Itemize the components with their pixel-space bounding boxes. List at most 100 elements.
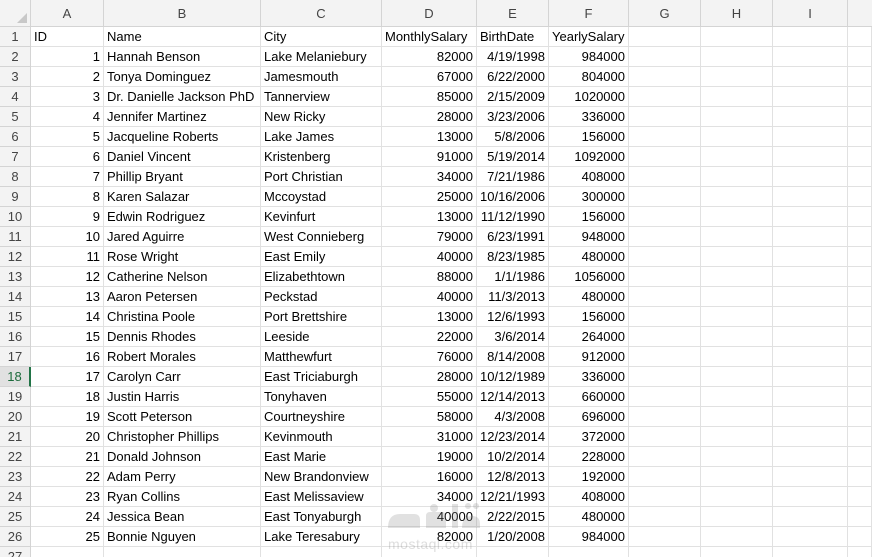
cell[interactable] [773, 87, 848, 107]
id-cell[interactable]: 2 [31, 67, 104, 87]
city-cell[interactable]: Port Brettshire [261, 307, 382, 327]
yearly-salary-cell[interactable]: 156000 [549, 207, 629, 227]
monthly-salary-cell[interactable]: 34000 [382, 487, 477, 507]
city-cell[interactable]: East Triciaburgh [261, 367, 382, 387]
row-header[interactable]: 6 [0, 127, 31, 147]
cell[interactable] [701, 527, 773, 547]
id-cell[interactable]: 9 [31, 207, 104, 227]
yearly-salary-cell[interactable]: 336000 [549, 367, 629, 387]
birth-date-cell[interactable]: 5/19/2014 [477, 147, 549, 167]
name-cell[interactable]: Adam Perry [104, 467, 261, 487]
name-cell[interactable]: Karen Salazar [104, 187, 261, 207]
cell[interactable] [629, 547, 701, 557]
city-cell[interactable]: Jamesmouth [261, 67, 382, 87]
cell[interactable] [629, 247, 701, 267]
city-cell[interactable]: Kevinfurt [261, 207, 382, 227]
cell[interactable] [701, 407, 773, 427]
column-header-e[interactable]: E [477, 0, 549, 27]
id-cell[interactable]: 6 [31, 147, 104, 167]
birth-date-cell[interactable]: 3/6/2014 [477, 327, 549, 347]
monthly-salary-cell[interactable]: 79000 [382, 227, 477, 247]
monthly-salary-cell[interactable]: 88000 [382, 267, 477, 287]
birth-date-cell[interactable]: 6/23/1991 [477, 227, 549, 247]
yearly-salary-cell[interactable]: 408000 [549, 167, 629, 187]
cell[interactable] [701, 347, 773, 367]
cell[interactable] [848, 327, 872, 347]
city-cell[interactable]: East Tonyaburgh [261, 507, 382, 527]
cell[interactable] [382, 547, 477, 557]
cell[interactable] [773, 467, 848, 487]
id-cell[interactable]: 13 [31, 287, 104, 307]
monthly-salary-cell[interactable]: 82000 [382, 527, 477, 547]
name-cell[interactable]: Jacqueline Roberts [104, 127, 261, 147]
cell[interactable] [848, 427, 872, 447]
row-header[interactable]: 14 [0, 287, 31, 307]
yearly-salary-cell[interactable]: 912000 [549, 347, 629, 367]
city-cell[interactable]: Peckstad [261, 287, 382, 307]
cell[interactable] [629, 207, 701, 227]
city-cell[interactable]: Tonyhaven [261, 387, 382, 407]
name-cell[interactable]: Aaron Petersen [104, 287, 261, 307]
birth-date-cell[interactable]: 10/16/2006 [477, 187, 549, 207]
yearly-salary-cell[interactable]: 408000 [549, 487, 629, 507]
row-header[interactable]: 3 [0, 67, 31, 87]
cell[interactable] [773, 407, 848, 427]
yearly-salary-cell[interactable]: 480000 [549, 507, 629, 527]
birth-date-cell[interactable]: 2/15/2009 [477, 87, 549, 107]
monthly-salary-cell[interactable]: 28000 [382, 107, 477, 127]
row-header[interactable]: 21 [0, 427, 31, 447]
cell[interactable] [848, 447, 872, 467]
cell[interactable] [848, 547, 872, 557]
birth-date-cell[interactable]: 8/14/2008 [477, 347, 549, 367]
name-cell[interactable]: Hannah Benson [104, 47, 261, 67]
cell[interactable] [773, 387, 848, 407]
yearly-salary-cell[interactable]: 264000 [549, 327, 629, 347]
yearly-salary-cell[interactable]: 660000 [549, 387, 629, 407]
birth-date-cell[interactable]: 12/6/1993 [477, 307, 549, 327]
city-cell[interactable]: Courtneyshire [261, 407, 382, 427]
monthly-salary-cell[interactable]: 91000 [382, 147, 477, 167]
cell[interactable] [773, 347, 848, 367]
cell[interactable] [848, 307, 872, 327]
cell[interactable] [701, 207, 773, 227]
row-header[interactable]: 27 [0, 547, 31, 557]
monthly-salary-cell[interactable]: 85000 [382, 87, 477, 107]
id-cell[interactable]: 1 [31, 47, 104, 67]
cell[interactable] [629, 167, 701, 187]
cell[interactable] [773, 127, 848, 147]
cell[interactable] [701, 547, 773, 557]
birth-date-cell[interactable]: 1/20/2008 [477, 527, 549, 547]
cell[interactable] [549, 547, 629, 557]
cell[interactable] [773, 27, 848, 47]
monthly-salary-cell[interactable]: 31000 [382, 427, 477, 447]
cell[interactable] [701, 427, 773, 447]
city-cell[interactable]: Leeside [261, 327, 382, 347]
cell[interactable] [104, 547, 261, 557]
id-cell[interactable]: 4 [31, 107, 104, 127]
row-header[interactable]: 2 [0, 47, 31, 67]
cell[interactable] [848, 507, 872, 527]
cell[interactable] [629, 267, 701, 287]
name-cell[interactable]: Daniel Vincent [104, 147, 261, 167]
yearly-salary-cell[interactable]: 1056000 [549, 267, 629, 287]
cell[interactable] [848, 47, 872, 67]
cell[interactable] [629, 427, 701, 447]
cell[interactable] [848, 187, 872, 207]
id-cell[interactable]: 10 [31, 227, 104, 247]
row-header[interactable]: 24 [0, 487, 31, 507]
cell[interactable] [848, 467, 872, 487]
name-cell[interactable]: Christopher Phillips [104, 427, 261, 447]
column-header-b[interactable]: B [104, 0, 261, 27]
cell[interactable] [629, 107, 701, 127]
name-cell[interactable]: Jessica Bean [104, 507, 261, 527]
yearly-salary-cell[interactable]: 984000 [549, 527, 629, 547]
monthly-salary-cell[interactable]: 76000 [382, 347, 477, 367]
cell[interactable] [629, 147, 701, 167]
name-cell[interactable]: Dr. Danielle Jackson PhD [104, 87, 261, 107]
yearly-salary-cell[interactable]: 480000 [549, 287, 629, 307]
cell[interactable] [773, 187, 848, 207]
row-header[interactable]: 17 [0, 347, 31, 367]
cell[interactable] [848, 527, 872, 547]
column-header-i[interactable]: I [773, 0, 848, 27]
city-cell[interactable]: East Emily [261, 247, 382, 267]
